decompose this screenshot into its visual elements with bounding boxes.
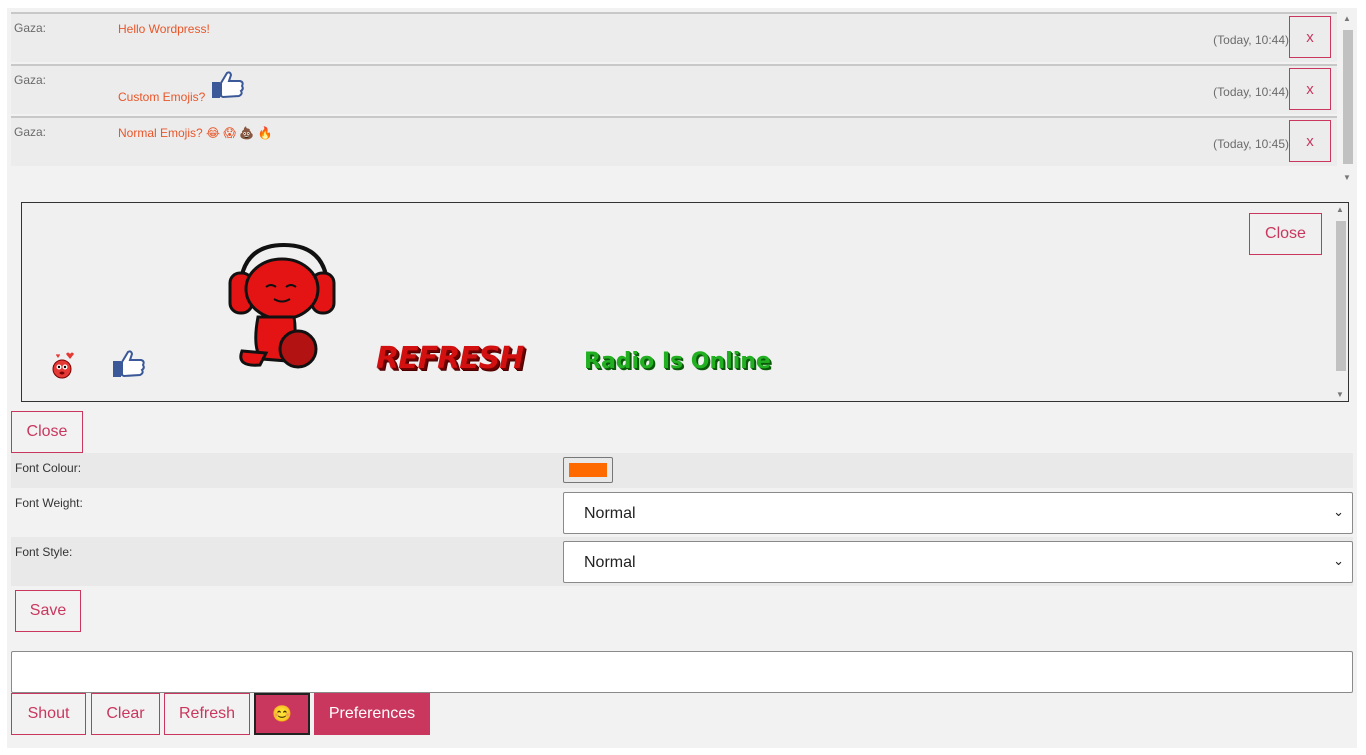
font-style-select[interactable]: Normal ⌄ — [563, 541, 1353, 583]
font-weight-value: Normal — [584, 505, 636, 522]
headphone-mascot-icon[interactable] — [222, 241, 342, 380]
chevron-down-icon: ⌄ — [1333, 504, 1344, 519]
emoji-panel-close-button[interactable]: Close — [1249, 213, 1322, 255]
message-user: Gaza: — [14, 21, 47, 35]
message-time: (Today, 10:44) — [1213, 33, 1289, 47]
preferences-button[interactable]: Preferences — [314, 693, 430, 735]
font-style-label: Font Style: — [15, 545, 73, 559]
message-user: Gaza: — [14, 73, 47, 87]
save-preferences-button[interactable]: Save — [15, 590, 81, 632]
scroll-down-icon[interactable]: ▼ — [1336, 390, 1344, 399]
font-weight-select[interactable]: Normal ⌄ — [563, 492, 1353, 534]
message-row: Gaza: Hello Wordpress! (Today, 10:44) x — [11, 12, 1337, 62]
scroll-up-icon[interactable]: ▲ — [1336, 205, 1344, 214]
message-list: Gaza: Hello Wordpress! (Today, 10:44) x … — [11, 12, 1356, 184]
message-time: (Today, 10:44) — [1213, 85, 1289, 99]
shout-button[interactable]: Shout — [11, 693, 86, 735]
emoji-panel: Close REFRESH Radio Is Online ▲ ▼ — [21, 202, 1349, 402]
scroll-down-icon[interactable]: ▼ — [1343, 173, 1351, 182]
emoji-panel-scrollbar[interactable]: ▲ ▼ — [1332, 203, 1348, 401]
font-style-value: Normal — [584, 554, 636, 571]
preferences-close-button[interactable]: Close — [11, 411, 83, 453]
message-list-scrollbar[interactable]: ▲ ▼ — [1339, 12, 1356, 184]
message-text: Custom Emojis? — [118, 90, 206, 104]
scroll-up-icon[interactable]: ▲ — [1343, 14, 1351, 23]
hearts-emoji-icon[interactable] — [50, 349, 76, 384]
message-user: Gaza: — [14, 125, 47, 139]
font-weight-label: Font Weight: — [15, 496, 83, 510]
delete-message-button[interactable]: x — [1289, 120, 1331, 162]
message-input[interactable] — [11, 651, 1353, 693]
scrollbar-thumb[interactable] — [1336, 221, 1346, 371]
colour-swatch — [569, 463, 607, 477]
message-row: Gaza: Normal Emojis? 😂 😱 💩 🔥 (Today, 10:… — [11, 116, 1337, 166]
refresh-button[interactable]: Refresh — [164, 693, 250, 735]
radio-online-banner[interactable]: Radio Is Online — [584, 349, 771, 374]
thumbs-up-icon — [211, 70, 245, 105]
font-colour-row: Font Colour: — [11, 453, 1353, 488]
font-weight-row: Font Weight: Normal ⌄ — [11, 488, 1353, 537]
font-style-row: Font Style: Normal ⌄ — [11, 537, 1353, 586]
clear-button[interactable]: Clear — [91, 693, 160, 735]
message-row: Gaza: Custom Emojis? (Today, 10:44) x — [11, 64, 1337, 114]
delete-message-button[interactable]: x — [1289, 68, 1331, 110]
message-time: (Today, 10:45) — [1213, 137, 1289, 151]
shoutbox: Gaza: Hello Wordpress! (Today, 10:44) x … — [7, 8, 1357, 748]
chevron-down-icon: ⌄ — [1333, 553, 1344, 568]
font-colour-picker[interactable] — [563, 457, 613, 483]
message-text: Normal Emojis? 😂 😱 💩 🔥 — [118, 126, 273, 140]
emoji-picker-button[interactable]: 😊 — [254, 693, 310, 735]
delete-message-button[interactable]: x — [1289, 16, 1331, 58]
refresh-banner-word[interactable]: REFRESH — [376, 341, 524, 376]
font-colour-label: Font Colour: — [15, 461, 82, 475]
message-text: Hello Wordpress! — [118, 22, 210, 36]
thumbs-up-icon[interactable] — [112, 349, 146, 384]
scrollbar-thumb[interactable] — [1343, 30, 1353, 164]
